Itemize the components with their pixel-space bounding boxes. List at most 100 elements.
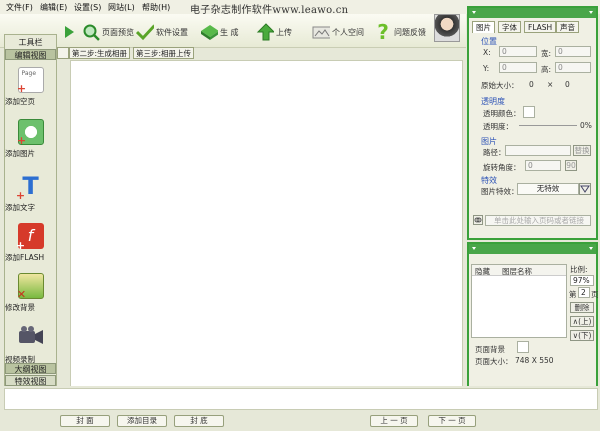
blank-page-icon: Page + <box>17 67 44 94</box>
add-blank-page-tool[interactable]: Page + 添加空页 <box>5 67 56 106</box>
cover-button[interactable]: 封 面 <box>60 415 110 427</box>
col-layer-name: 图层名称 <box>502 267 532 276</box>
user-avatar[interactable] <box>434 14 460 42</box>
step-tab-generate[interactable]: 第二步:生成相册 <box>69 47 131 59</box>
page-suffix: 页 <box>591 290 599 299</box>
position-section-title: 位置 <box>481 37 497 46</box>
upload-icon <box>256 23 274 41</box>
link-input[interactable]: 单击此处输入页码或者链接 <box>485 215 591 226</box>
tab-image[interactable]: 图片 <box>472 21 495 33</box>
page-prefix: 第 <box>569 290 577 299</box>
layers-panel: 隐藏 图层名称 比例: 97% 第 2 页 删除 ∧(上) ∨(下) 页面背景 … <box>467 242 599 398</box>
feedback-button[interactable]: ? 问题反馈 <box>374 20 426 44</box>
generate-button[interactable]: 生 成 <box>200 20 239 44</box>
original-times: × <box>547 80 554 89</box>
width-label: 宽: <box>541 49 552 58</box>
outline-view-tab[interactable]: 大纲视图 <box>5 363 56 374</box>
properties-panel-header <box>469 8 596 18</box>
add-image-tool[interactable]: + 添加图片 <box>5 119 56 158</box>
image-effect-select[interactable]: 无特效 <box>517 183 579 195</box>
layers-panel-header <box>469 244 596 254</box>
transparency-section-title: 透明度 <box>481 97 505 106</box>
upload-button[interactable]: 上传 <box>256 20 292 44</box>
transparent-color-swatch[interactable] <box>523 106 535 118</box>
move-down-button[interactable]: ∨(下) <box>570 330 594 341</box>
effect-section-title: 特效 <box>481 176 497 185</box>
video-record-tool[interactable]: 视频录制 <box>5 325 56 364</box>
original-size-label: 原始大小： <box>481 81 519 90</box>
rotate-90-button[interactable]: 90 <box>565 160 577 171</box>
effect-dropdown-button[interactable] <box>579 183 591 195</box>
main-toolbar: 页面预览 软件设置 生 成 上传 个人空间 ? 问题反馈 <box>0 14 466 48</box>
page-background-swatch[interactable] <box>517 341 529 353</box>
menu-settings[interactable]: 设置(S) <box>74 2 101 13</box>
move-up-button[interactable]: ∧(上) <box>570 316 594 327</box>
height-input[interactable]: 0 <box>555 62 591 73</box>
transparency-label: 透明度： <box>483 122 513 131</box>
menu-help[interactable]: 帮助(H) <box>142 2 170 13</box>
add-toc-button[interactable]: 添加目录 <box>117 415 167 427</box>
replace-button[interactable]: 替换 <box>573 145 591 156</box>
menu-file[interactable]: 文件(F) <box>6 2 33 13</box>
transparent-color-label: 透明颜色： <box>483 109 521 118</box>
transparency-slider[interactable] <box>519 125 577 126</box>
page-preview-button[interactable]: 页面预览 <box>82 20 134 44</box>
rotation-label: 旋转角度： <box>483 163 521 172</box>
status-area <box>4 388 598 410</box>
ratio-input[interactable]: 97% <box>570 275 594 286</box>
change-background-tool[interactable]: ✕ 修改背景 <box>5 273 56 312</box>
transparency-value: 0% <box>580 121 592 130</box>
col-hide: 隐藏 <box>475 267 490 276</box>
question-icon: ? <box>377 20 389 44</box>
step-tab-upload[interactable]: 第三步:相册上传 <box>133 47 195 59</box>
effect-view-tab[interactable]: 特效视图 <box>5 375 56 386</box>
tab-sound[interactable]: 声音 <box>556 21 579 33</box>
tab-font[interactable]: 字体 <box>498 21 521 33</box>
software-settings-button[interactable]: 软件设置 <box>136 20 188 44</box>
page-number-input[interactable]: 2 <box>578 287 590 298</box>
add-text-tool[interactable]: T + 添加文字 <box>5 172 56 212</box>
page-canvas[interactable] <box>70 60 463 400</box>
add-flash-tool[interactable]: f + 添加FLASH <box>5 223 56 262</box>
original-width: 0 <box>529 80 534 89</box>
page-size-label: 页面大小： <box>475 357 513 366</box>
background-icon: ✕ <box>17 273 44 300</box>
add-image-icon: + <box>17 119 44 146</box>
path-label: 路径： <box>483 148 506 157</box>
next-page-button[interactable]: 下 一 页 <box>428 415 476 427</box>
checkmark-icon <box>136 23 154 41</box>
menu-edit[interactable]: 编辑(E) <box>40 2 67 13</box>
y-input[interactable]: 0 <box>499 62 537 73</box>
y-label: Y: <box>483 64 490 73</box>
link-icon-button[interactable] <box>473 215 483 225</box>
edit-view-tab[interactable]: 编辑视图 <box>5 49 56 60</box>
x-input[interactable]: 0 <box>499 46 537 57</box>
tab-flash[interactable]: FLASH <box>524 21 557 33</box>
play-button[interactable] <box>64 20 74 44</box>
flash-icon: f + <box>16 223 44 251</box>
avatar-icon <box>434 14 460 42</box>
magnifier-icon <box>83 24 100 41</box>
toolbar-title: 工具栏 <box>18 38 43 47</box>
path-input[interactable] <box>505 145 571 156</box>
ratio-label: 比例: <box>570 265 588 274</box>
menu-website[interactable]: 网站(L) <box>108 2 135 13</box>
personal-space-icon <box>312 26 330 39</box>
video-camera-icon <box>18 325 44 351</box>
layer-list[interactable]: 隐藏 图层名称 <box>471 264 567 338</box>
personal-space-button[interactable]: 个人空间 <box>312 20 364 44</box>
delete-layer-button[interactable]: 删除 <box>570 302 594 313</box>
bottom-bar: 封 面 添加目录 封 底 上 一 页 下 一 页 <box>0 386 600 431</box>
link-icon <box>474 217 482 223</box>
image-effect-label: 图片特效： <box>481 187 519 196</box>
step-tab-first[interactable] <box>57 47 69 59</box>
width-input[interactable]: 0 <box>555 46 591 57</box>
page-background-label: 页面背景 <box>475 345 505 354</box>
text-icon: T + <box>15 172 39 202</box>
back-cover-button[interactable]: 封 底 <box>174 415 224 427</box>
prev-page-button[interactable]: 上 一 页 <box>370 415 418 427</box>
properties-panel: 图片 字体 FLASH 声音 位置 X: 0 宽: 0 Y: 0 高: 0 原始… <box>467 6 598 240</box>
play-icon <box>65 26 74 38</box>
x-label: X: <box>483 48 491 57</box>
rotation-input[interactable]: 0 <box>525 160 561 171</box>
